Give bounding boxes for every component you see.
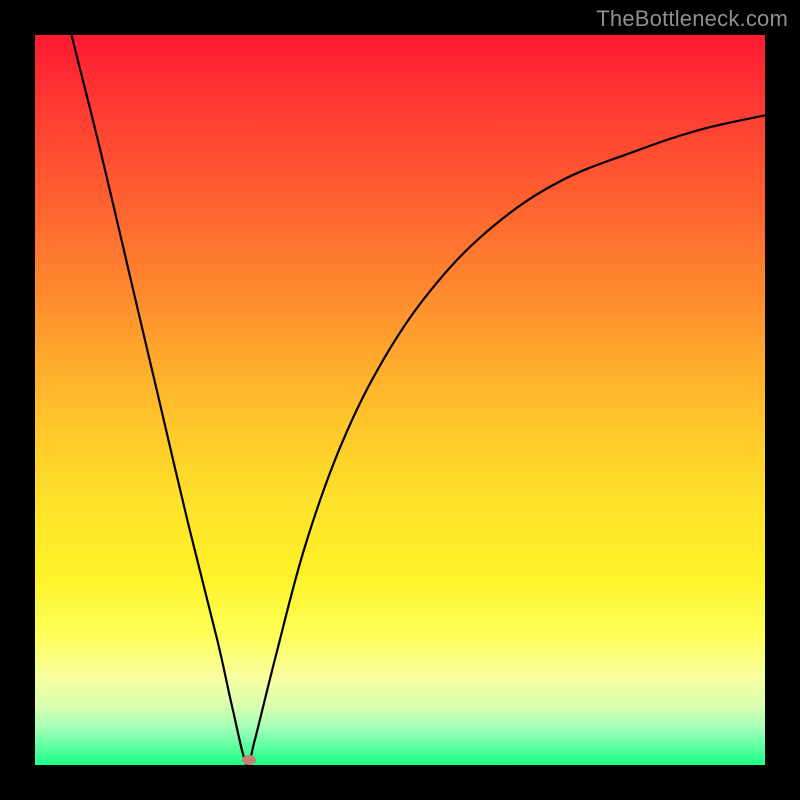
- bottleneck-curve: [35, 35, 765, 765]
- curve-path: [72, 35, 766, 765]
- plot-area: [35, 35, 765, 765]
- chart-container: TheBottleneck.com: [0, 0, 800, 800]
- optimum-marker: [242, 755, 256, 765]
- watermark-text: TheBottleneck.com: [596, 6, 788, 32]
